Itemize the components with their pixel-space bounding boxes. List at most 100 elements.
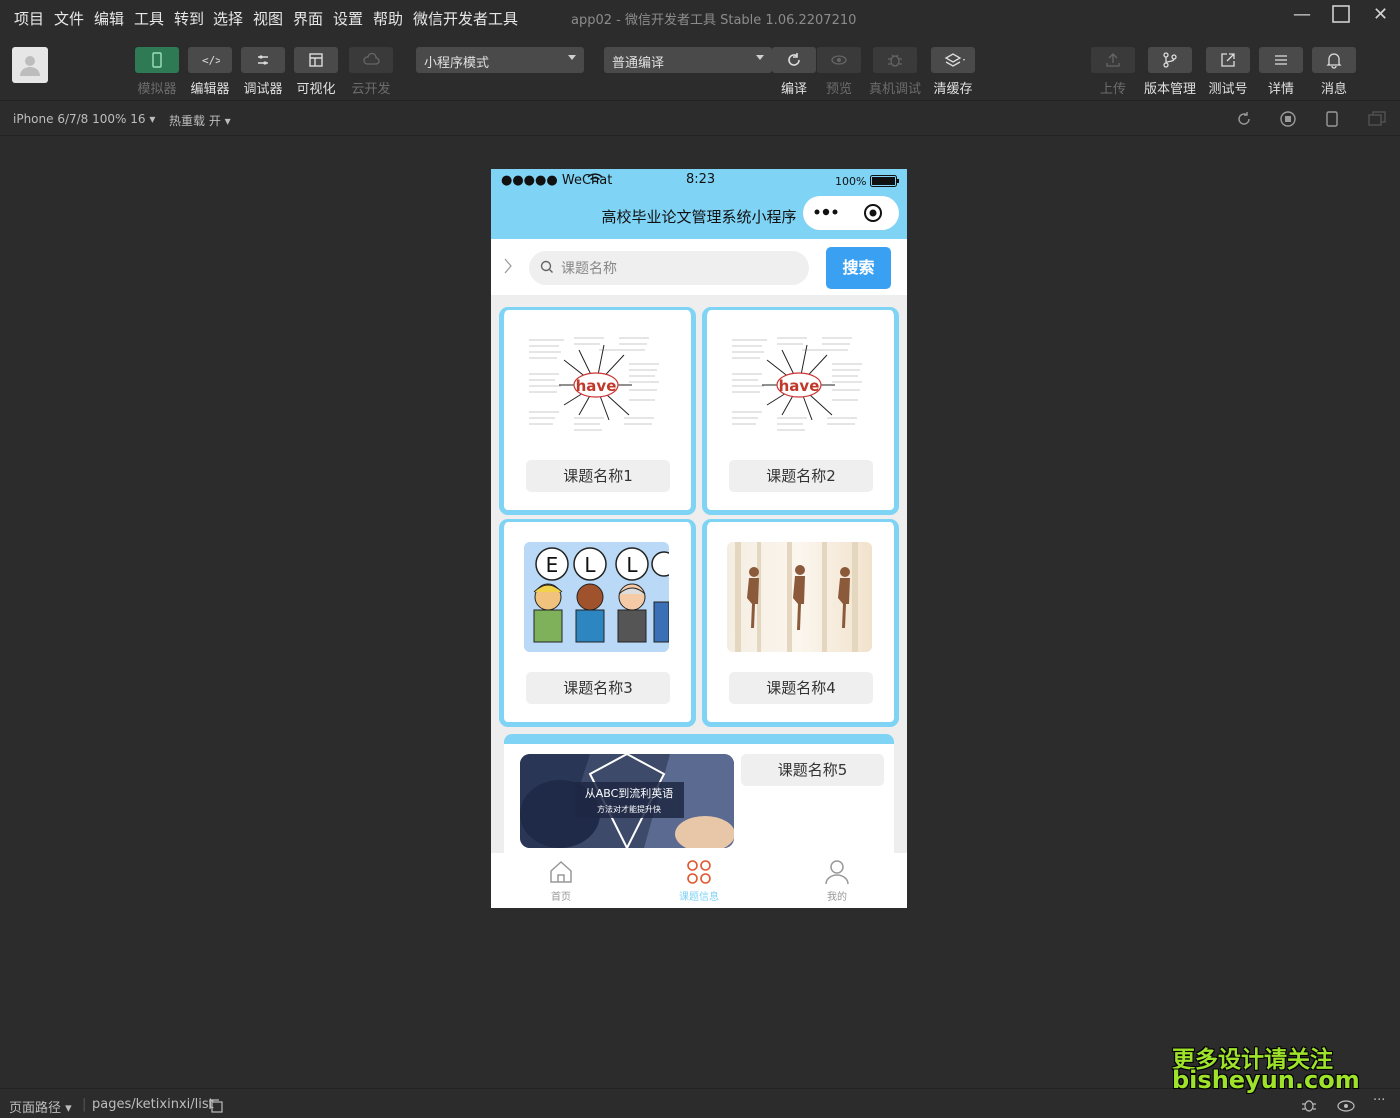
menu-tools[interactable]: 工具 — [134, 8, 164, 29]
tab-topics[interactable]: 课题信息 — [659, 859, 739, 903]
clear-cache-button[interactable] — [931, 47, 975, 73]
more-icon[interactable]: ··· — [1373, 1093, 1385, 1108]
bug-icon — [888, 54, 902, 67]
divider: | — [82, 1097, 87, 1112]
bug-icon[interactable] — [1300, 1097, 1318, 1117]
eye-icon — [831, 55, 847, 65]
more-icon[interactable] — [813, 203, 843, 225]
avatar[interactable] — [12, 47, 48, 83]
simulator-label: 模拟器 — [137, 82, 177, 97]
topic-card[interactable]: E L L 课题名称3 — [499, 519, 696, 727]
page-path: pages/ketixinxi/list — [92, 1097, 214, 1112]
test-account-label: 测试号 — [1208, 82, 1248, 97]
menu-wechat-devtools[interactable]: 微信开发者工具 — [413, 8, 518, 29]
device-select[interactable]: iPhone 6/7/8 100% 16 ▾ — [13, 112, 155, 126]
mode-select-value: 小程序模式 — [424, 56, 490, 71]
status-bar: ●●●●● WeChat 8:23 100% — [491, 169, 907, 193]
menu-select[interactable]: 选择 — [213, 8, 243, 29]
menu-view[interactable]: 视图 — [253, 8, 283, 29]
maximize-icon[interactable] — [1332, 5, 1350, 28]
search-row: 课题名称 搜索 — [491, 239, 907, 295]
yoga-image — [727, 542, 872, 652]
topic-title: 课题名称4 — [729, 672, 873, 704]
menu-settings[interactable]: 设置 — [333, 8, 363, 29]
version-button[interactable] — [1148, 47, 1192, 73]
menu-goto[interactable]: 转到 — [174, 8, 204, 29]
cloud-label: 云开发 — [351, 82, 391, 97]
upload-button[interactable] — [1091, 47, 1135, 73]
search-input[interactable]: 课题名称 — [529, 251, 809, 285]
watermark-line2: bisheyun.com — [1172, 1066, 1360, 1094]
menu-edit[interactable]: 编辑 — [94, 8, 124, 29]
phone-simulator: ●●●●● WeChat 8:23 100% 高校毕业论文管理系统小程序 课题名… — [491, 169, 907, 908]
preview-button[interactable] — [817, 47, 861, 73]
version-label: 版本管理 — [1143, 82, 1196, 97]
compile-select-value: 普通编译 — [612, 56, 665, 71]
editor-label: 编辑器 — [190, 82, 230, 97]
mode-select[interactable]: 小程序模式 — [416, 47, 584, 73]
chevron-right-icon[interactable] — [503, 257, 513, 279]
clear-cache-label: 清缓存 — [933, 82, 973, 97]
test-account-button[interactable] — [1206, 47, 1250, 73]
cloud-button[interactable] — [349, 47, 393, 73]
remote-debug-label: 真机调试 — [868, 82, 921, 97]
copy-icon[interactable] — [209, 1098, 223, 1117]
window-icon[interactable] — [1368, 111, 1386, 131]
tab-mine-label: 我的 — [827, 892, 847, 903]
tab-bar: 首页 课题信息 我的 — [491, 853, 907, 908]
topic-title: 课题名称1 — [526, 460, 670, 492]
menu-project[interactable]: 项目 — [14, 8, 44, 29]
window-title: app02 - 微信开发者工具 Stable 1.06.2207210 — [571, 13, 857, 28]
topic-card[interactable]: have 课题名称2 — [702, 307, 899, 515]
rotate-icon[interactable] — [1236, 111, 1252, 131]
tab-mine[interactable]: 我的 — [797, 859, 877, 903]
debug-icon — [258, 55, 268, 65]
topic-card-wide[interactable]: 从ABC到流利英语 方法对才能提升快 课题名称5 — [504, 734, 894, 864]
menu-help[interactable]: 帮助 — [373, 8, 403, 29]
stop-icon[interactable] — [1280, 111, 1296, 131]
eye-icon[interactable] — [1337, 1098, 1355, 1117]
search-button[interactable]: 搜索 — [826, 247, 891, 289]
clock: 8:23 — [686, 172, 716, 187]
debugger-button[interactable] — [241, 47, 285, 73]
menu-interface[interactable]: 界面 — [293, 8, 323, 29]
svg-text:E: E — [546, 553, 559, 577]
user-icon — [825, 860, 849, 885]
upload-icon — [1106, 53, 1120, 67]
chevron-down-icon — [756, 55, 764, 60]
device-icon[interactable] — [1325, 111, 1339, 131]
topic-card[interactable]: have 课题名称1 — [499, 307, 696, 515]
messages-button[interactable] — [1312, 47, 1356, 73]
debugger-label: 调试器 — [243, 82, 283, 97]
svg-text:L: L — [584, 553, 596, 577]
compile-select[interactable]: 普通编译 — [604, 47, 772, 73]
details-button[interactable] — [1259, 47, 1303, 73]
tab-topics-label: 课题信息 — [679, 892, 719, 903]
menu-icon — [1275, 55, 1287, 65]
home-icon — [550, 860, 572, 883]
hotreload-toggle[interactable]: 热重载 开 ▾ — [169, 112, 231, 129]
tab-home[interactable]: 首页 — [521, 859, 601, 903]
compile-button[interactable] — [772, 47, 816, 73]
user-avatar-icon — [20, 56, 40, 76]
grid-icon — [687, 860, 711, 884]
minimize-icon[interactable]: — — [1293, 4, 1311, 25]
layout-icon — [309, 53, 323, 67]
details-label: 详情 — [1267, 82, 1294, 97]
close-miniprogram-icon[interactable] — [863, 203, 883, 227]
menu-bar: 项目 文件 编辑 工具 转到 选择 视图 界面 设置 帮助 微信开发者工具 ap… — [0, 0, 1400, 34]
editor-button[interactable]: </> — [188, 47, 232, 73]
remote-debug-button[interactable] — [873, 47, 917, 73]
hello-cartoon-image: E L L — [524, 542, 669, 652]
mindmap-image: have — [524, 330, 669, 440]
topic-card[interactable]: 课题名称4 — [702, 519, 899, 727]
menu-file[interactable]: 文件 — [54, 8, 84, 29]
chevron-down-icon — [568, 55, 576, 60]
english-banner-image: 从ABC到流利英语 方法对才能提升快 — [520, 754, 734, 848]
page-path-select[interactable]: 页面路径 ▾ — [9, 1097, 72, 1116]
capsule-menu[interactable] — [803, 196, 899, 230]
close-icon[interactable]: ✕ — [1373, 4, 1388, 25]
branch-icon — [1163, 52, 1177, 68]
visual-button[interactable] — [294, 47, 338, 73]
simulator-button[interactable] — [135, 47, 179, 73]
